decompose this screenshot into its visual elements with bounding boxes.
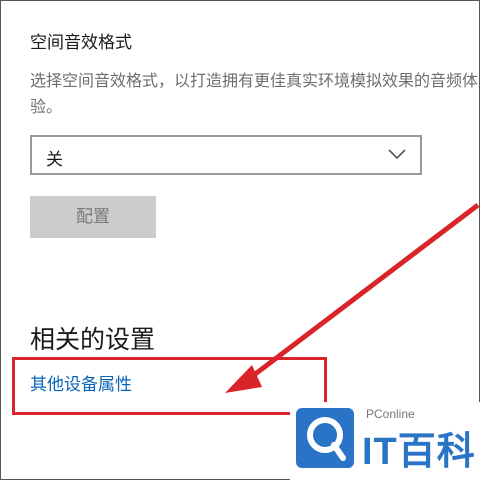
highlight-box (12, 357, 327, 415)
dropdown-selected-value: 关 (46, 150, 63, 170)
watermark-logo: PConline IT百科 (290, 402, 480, 480)
chevron-down-icon (388, 149, 406, 160)
related-settings-title: 相关的设置 (30, 325, 156, 354)
spatial-sound-title: 空间音效格式 (30, 33, 132, 53)
spatial-sound-format-dropdown[interactable]: 关 (30, 135, 422, 175)
spatial-sound-description: 选择空间音效格式，以打造拥有更佳真实环境模拟效果的音频体验。 (30, 71, 479, 116)
configure-button[interactable]: 配置 (30, 196, 156, 238)
watermark-brand: IT百科 (362, 431, 476, 473)
logo-icon (296, 408, 354, 468)
watermark-subtitle: PConline (366, 407, 415, 421)
